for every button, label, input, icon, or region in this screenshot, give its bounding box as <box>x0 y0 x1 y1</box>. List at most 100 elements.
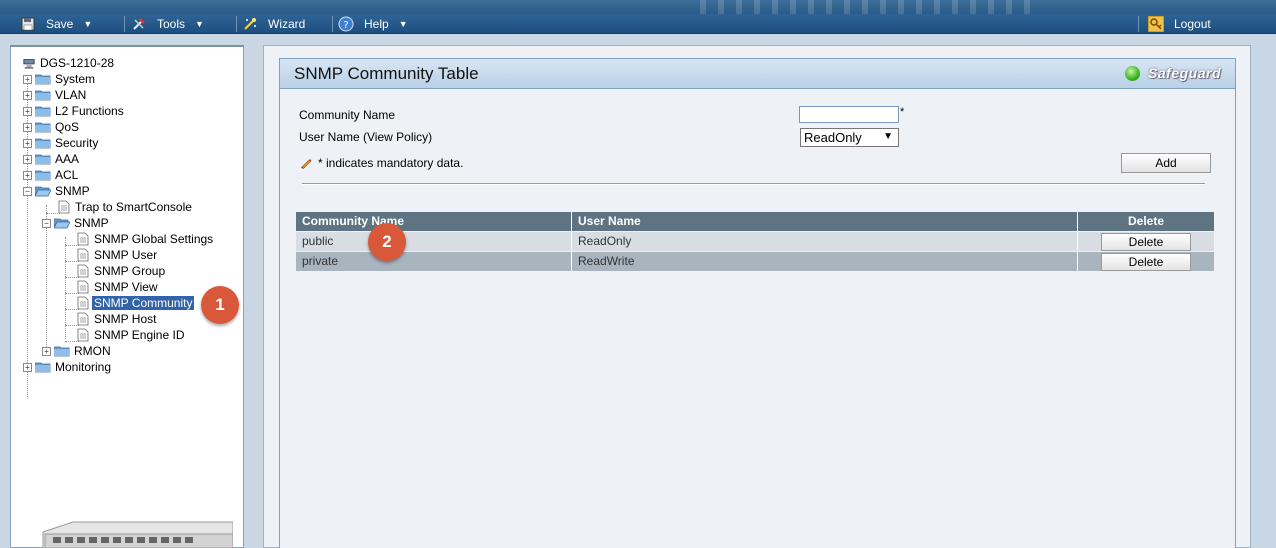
document-icon <box>77 232 89 246</box>
tree-label: SNMP User <box>94 248 158 262</box>
tree-item-qos[interactable]: + QoS <box>23 119 81 135</box>
tree-label: L2 Functions <box>55 104 124 118</box>
tree-item-vlan[interactable]: + VLAN <box>23 87 88 103</box>
expand-icon[interactable]: + <box>23 106 32 116</box>
tree-label: SNMP <box>55 184 90 198</box>
document-icon <box>77 280 89 294</box>
tree-item-system[interactable]: + System <box>23 71 97 87</box>
tree-label: ACL <box>55 168 79 182</box>
table-header: Community Name User Name Delete <box>296 212 1214 231</box>
tree-item-snmp-user[interactable]: SNMP User <box>77 247 159 263</box>
tree-label: RMON <box>74 344 111 358</box>
wizard-menu-label: Wizard <box>268 17 306 31</box>
help-menu[interactable]: ? Help ▼ <box>338 14 408 34</box>
expand-icon[interactable]: + <box>23 138 32 148</box>
tree-item-monitoring[interactable]: + Monitoring <box>23 359 113 375</box>
tree-item-l2-functions[interactable]: + L2 Functions <box>23 103 126 119</box>
wizard-menu[interactable]: Wizard <box>242 14 305 34</box>
user-name-cell: ReadWrite <box>572 252 1078 271</box>
tree-label: SNMP Group <box>94 264 166 278</box>
tools-menu[interactable]: Tools ▼ <box>131 14 204 34</box>
snmp-community-panel: SNMP Community Table Safeguard Community… <box>279 58 1236 548</box>
tree-label: SNMP View <box>94 280 158 294</box>
page-title: SNMP Community Table <box>294 64 479 83</box>
safeguard-label: Safeguard <box>1148 65 1221 81</box>
tree-label: DGS-1210-28 <box>40 56 115 70</box>
folder-icon <box>35 74 51 85</box>
tree-item-snmp-engine-id[interactable]: SNMP Engine ID <box>77 327 187 343</box>
document-icon <box>77 312 89 326</box>
tree-label: System <box>55 72 96 86</box>
menu-separator <box>1138 16 1139 32</box>
community-name-input[interactable] <box>799 106 899 123</box>
folder-icon <box>35 362 51 373</box>
tree-label: SNMP Host <box>94 312 157 326</box>
content-area: SNMP Community Table Safeguard Community… <box>263 45 1251 548</box>
chevron-down-icon: ▼ <box>195 19 204 29</box>
folder-icon <box>35 154 51 165</box>
tools-menu-label: Tools <box>157 17 186 31</box>
tree-item-snmp-view[interactable]: SNMP View <box>77 279 160 295</box>
tree-label: Monitoring <box>55 360 112 374</box>
top-banner <box>0 0 1276 14</box>
tree-item-root[interactable]: DGS-1210-28 <box>23 55 116 71</box>
save-menu[interactable]: Save ▼ <box>20 14 92 34</box>
dropdown-arrow-icon: ▼ <box>883 131 893 142</box>
required-mark: * <box>900 106 905 118</box>
safeguard-indicator: Safeguard <box>1125 65 1221 81</box>
tree-item-trap-to-smartconsole[interactable]: Trap to SmartConsole <box>58 199 194 215</box>
tree-item-snmp-group[interactable]: SNMP Group <box>77 263 167 279</box>
menu-separator <box>124 16 125 32</box>
switch-device-icon <box>23 59 35 69</box>
menu-separator <box>236 16 237 32</box>
document-icon <box>77 296 89 310</box>
collapse-icon[interactable]: − <box>42 218 51 228</box>
tree-item-rmon[interactable]: + RMON <box>42 343 113 359</box>
table-row: private ReadWrite Delete <box>296 252 1214 271</box>
tree-item-snmp-sub[interactable]: − SNMP <box>42 215 111 231</box>
pencil-icon <box>301 159 312 169</box>
tree-label: SNMP Engine ID <box>94 328 185 342</box>
expand-icon[interactable]: + <box>23 122 32 132</box>
tree-label: AAA <box>55 152 80 166</box>
menu-separator <box>332 16 333 32</box>
delete-button[interactable]: Delete <box>1101 233 1191 251</box>
expand-icon[interactable]: + <box>23 74 32 84</box>
banner-decoration <box>700 0 1040 14</box>
tree-item-snmp-global-settings[interactable]: SNMP Global Settings <box>77 231 215 247</box>
open-folder-icon <box>35 186 51 197</box>
help-icon: ? <box>338 16 354 32</box>
tree-item-aaa[interactable]: + AAA <box>23 151 81 167</box>
tree-item-acl[interactable]: + ACL <box>23 167 80 183</box>
status-green-dot-icon <box>1125 65 1141 81</box>
user-name-cell: ReadOnly <box>572 232 1078 251</box>
tree-item-snmp[interactable]: − SNMP <box>23 183 92 199</box>
tree-connector <box>65 237 66 339</box>
column-header-community-name: Community Name <box>296 212 572 231</box>
expand-icon[interactable]: + <box>23 362 32 372</box>
expand-icon[interactable]: + <box>23 170 32 180</box>
expand-icon[interactable]: + <box>42 346 51 356</box>
folder-icon <box>35 90 51 101</box>
tree-item-snmp-host[interactable]: SNMP Host <box>77 311 158 327</box>
menu-bar: Save ▼ Tools ▼ Wizard ? Help ▼ Logout <box>0 14 1276 34</box>
document-icon <box>77 248 89 262</box>
expand-icon[interactable]: + <box>23 154 32 164</box>
chevron-down-icon: ▼ <box>398 19 408 29</box>
key-icon <box>1148 16 1164 32</box>
add-button[interactable]: Add <box>1121 153 1211 173</box>
logout-menu[interactable]: Logout <box>1148 14 1211 34</box>
tree-item-snmp-community[interactable]: SNMP Community <box>77 295 195 311</box>
document-icon <box>77 328 89 342</box>
community-name-cell: private <box>296 252 572 271</box>
collapse-icon[interactable]: − <box>23 186 32 196</box>
folder-icon <box>35 106 51 117</box>
callout-badge-1: 1 <box>201 286 239 324</box>
user-name-select[interactable]: ReadOnly ▼ <box>800 128 899 147</box>
tree-item-security[interactable]: + Security <box>23 135 100 151</box>
magic-wand-icon <box>242 16 258 32</box>
expand-icon[interactable]: + <box>23 90 32 100</box>
tree-label: SNMP Global Settings <box>94 232 214 246</box>
delete-button[interactable]: Delete <box>1101 253 1191 271</box>
help-menu-label: Help <box>364 17 389 31</box>
